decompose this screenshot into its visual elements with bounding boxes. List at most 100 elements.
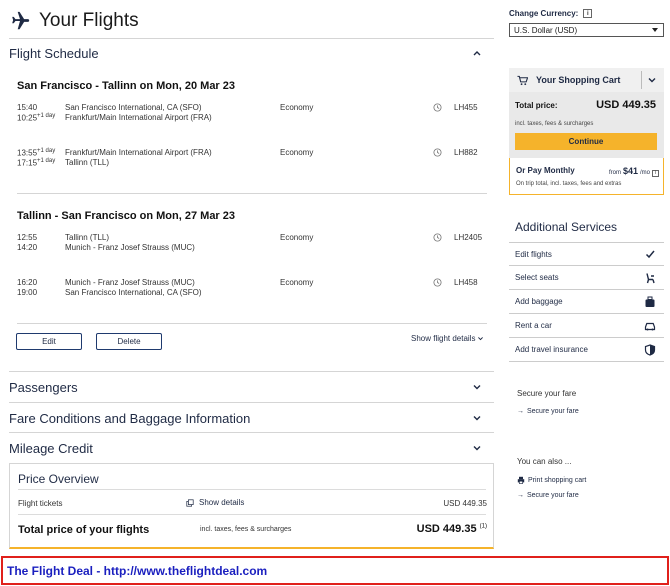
service-select-seats[interactable]: Select seats: [509, 266, 664, 290]
total-price-note: incl. taxes, fees & surcharges: [200, 526, 292, 533]
currency-selected: U.S. Dollar (USD): [514, 25, 578, 35]
cart-total-amount: USD 449.35: [596, 99, 656, 111]
arrival-airport: San Francisco International, CA (SFO): [65, 288, 202, 297]
arrival-time: 19:00: [17, 288, 38, 297]
flight-number: LH882: [454, 148, 478, 157]
service-label: Select seats: [515, 273, 559, 282]
show-details-link[interactable]: Show details: [186, 498, 244, 507]
external-window-icon: [186, 498, 194, 507]
service-label: Edit flights: [515, 249, 552, 259]
departure-airport: San Francisco International, CA (SFO): [65, 103, 202, 112]
secure-fare-link-2[interactable]: → Secure your fare: [517, 492, 579, 499]
arrow-right-icon: →: [517, 408, 524, 415]
shopping-cart-body: Total price: USD 449.35 incl. taxes, fee…: [509, 92, 664, 158]
delete-button[interactable]: Delete: [96, 333, 162, 350]
pay-monthly-box[interactable]: Or Pay Monthly from $41/mo i On trip tota…: [509, 158, 664, 195]
flight-schedule-header[interactable]: Flight Schedule: [9, 42, 494, 64]
secure-fare-link[interactable]: → Secure your fare: [517, 408, 579, 415]
shopping-cart-title: Your Shopping Cart: [536, 75, 621, 85]
arrow-right-icon: →: [517, 492, 524, 499]
chevron-down-icon[interactable]: [647, 75, 657, 85]
dropdown-arrow-icon: [652, 28, 658, 32]
print-cart-label: Print shopping cart: [528, 476, 587, 484]
mileage-credit-header[interactable]: Mileage Credit: [9, 437, 494, 459]
banner-text: The Flight Deal - http://www.theflightde…: [7, 563, 268, 578]
arrival-time: 14:20: [17, 243, 38, 252]
show-flight-details-link[interactable]: Show flight details: [411, 334, 484, 343]
divider: [9, 432, 494, 433]
clock-icon[interactable]: [433, 148, 442, 157]
page-header: Your Flights: [9, 10, 139, 32]
cabin-class: Economy: [280, 233, 314, 242]
divider: [18, 514, 486, 515]
passengers-header[interactable]: Passengers: [9, 376, 494, 398]
clock-icon[interactable]: [433, 233, 442, 242]
departure-time: 15:40: [17, 103, 38, 112]
currency-label-text: Change Currency:: [509, 9, 579, 18]
secure-fare-title: Secure your fare: [517, 389, 577, 398]
flight-number: LH458: [454, 278, 478, 287]
fare-conditions-title: Fare Conditions and Baggage Information: [9, 410, 251, 426]
journey-route: San Francisco - Tallinn on Mon, 20 Mar 2…: [17, 80, 236, 92]
fare-conditions-header[interactable]: Fare Conditions and Baggage Information: [9, 407, 494, 429]
divider: [9, 371, 494, 372]
shopping-cart-header[interactable]: Your Shopping Cart: [509, 68, 664, 92]
chevron-down-icon: [478, 337, 484, 341]
divider: [17, 323, 487, 324]
flight-tickets-label: Flight tickets: [18, 499, 63, 508]
airplane-icon: [12, 11, 30, 30]
chevron-down-icon[interactable]: [472, 443, 482, 453]
passengers-title: Passengers: [9, 379, 78, 395]
secure-fare-link-label: Secure your fare: [527, 492, 579, 499]
total-price-label: Total price of your flights: [18, 524, 150, 536]
currency-select[interactable]: U.S. Dollar (USD): [509, 23, 664, 37]
clock-icon[interactable]: [433, 278, 442, 287]
chevron-down-icon[interactable]: [472, 382, 482, 392]
baggage-icon: [645, 296, 655, 307]
arrival-time: 10:25+1 day: [17, 113, 56, 123]
price-overview-title: Price Overview: [18, 472, 99, 486]
edit-button[interactable]: Edit: [16, 333, 82, 350]
departure-time: 13:55+1 day: [17, 148, 56, 158]
departure-airport: Frankfurt/Main International Airport (FR…: [65, 148, 212, 157]
clock-icon[interactable]: [433, 103, 442, 112]
secure-fare-link-label: Secure your fare: [527, 408, 579, 415]
cart-total-note: incl. taxes, fees & surcharges: [515, 121, 594, 127]
cabin-class: Economy: [280, 278, 314, 287]
divider: [9, 38, 494, 39]
pay-monthly-price: from $41/mo i: [609, 166, 659, 177]
info-icon[interactable]: i: [652, 169, 659, 177]
flight-schedule-title: Flight Schedule: [9, 45, 99, 61]
flight-number: LH455: [454, 103, 478, 112]
pay-monthly-title: Or Pay Monthly: [516, 166, 575, 175]
chevron-down-icon[interactable]: [472, 413, 482, 423]
show-details-label: Show details: [199, 498, 245, 507]
car-icon: [644, 322, 656, 330]
departure-airport: Munich - Franz Josef Strauss (MUC): [65, 278, 195, 287]
service-edit-flights[interactable]: Edit flights: [509, 242, 664, 266]
info-icon[interactable]: i: [583, 9, 593, 18]
continue-button[interactable]: Continue: [515, 133, 657, 150]
show-flight-details-label: Show flight details: [411, 334, 476, 343]
cart-icon: [517, 75, 528, 85]
price-overview: Price Overview Flight tickets Show detai…: [9, 463, 494, 549]
departure-airport: Tallinn (TLL): [65, 233, 110, 242]
arrival-time: 17:15+1 day: [17, 158, 56, 168]
arrival-airport: Munich - Franz Josef Strauss (MUC): [65, 243, 195, 252]
cabin-class: Economy: [280, 148, 314, 157]
check-icon: [645, 250, 655, 259]
total-price-amount: USD 449.35 (1): [416, 523, 487, 535]
service-add-baggage[interactable]: Add baggage: [509, 290, 664, 314]
additional-services-title: Additional Services: [515, 220, 618, 234]
service-travel-insurance[interactable]: Add travel insurance: [509, 338, 664, 362]
service-label: Add baggage: [515, 297, 563, 306]
departure-time: 16:20: [17, 278, 38, 287]
flight-number: LH2405: [454, 233, 483, 242]
you-can-also-title: You can also ...: [517, 457, 572, 466]
service-rent-car[interactable]: Rent a car: [509, 314, 664, 338]
cabin-class: Economy: [280, 103, 314, 112]
print-cart-link[interactable]: Print shopping cart: [517, 476, 586, 484]
mileage-credit-title: Mileage Credit: [9, 440, 93, 456]
departure-time: 12:55: [17, 233, 38, 242]
chevron-up-icon[interactable]: [472, 48, 482, 58]
